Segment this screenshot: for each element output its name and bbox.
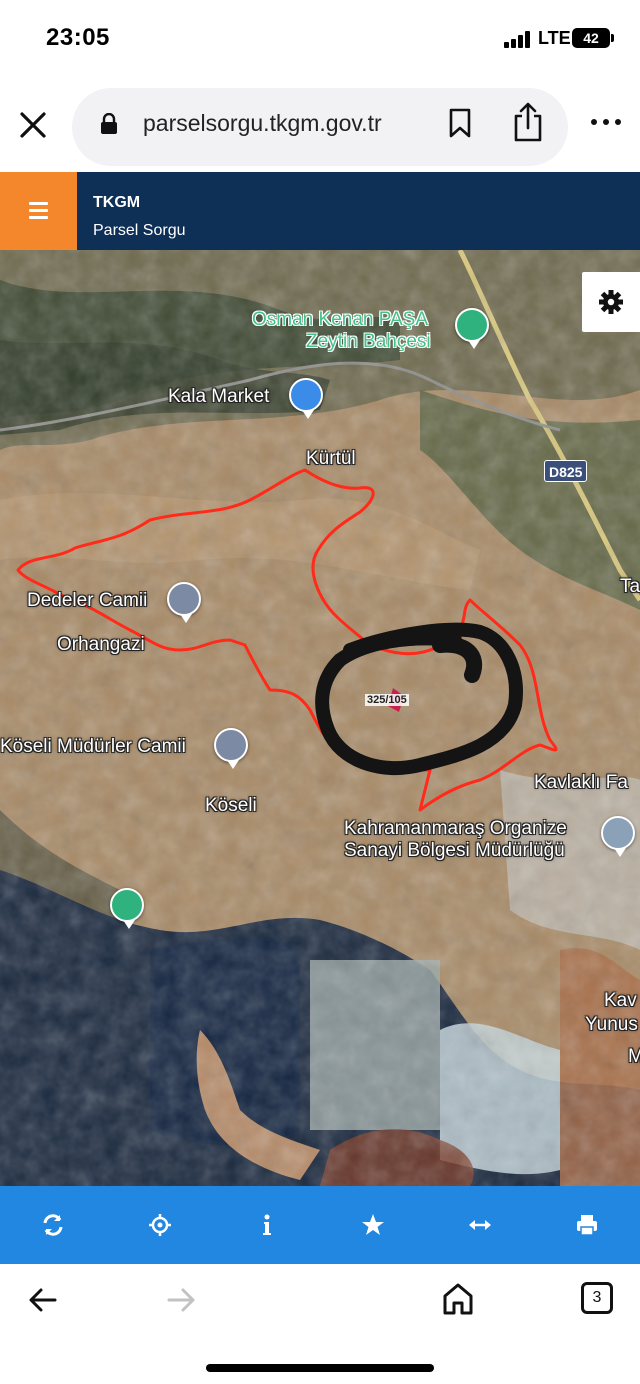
map-label-osb-1: Kahramanmaraş Organize <box>344 818 567 839</box>
refresh-icon <box>43 1214 63 1236</box>
star-icon <box>362 1214 385 1235</box>
home-icon[interactable] <box>442 1282 474 1316</box>
menu-button[interactable] <box>0 172 77 250</box>
browser-bar: parselsorgu.tkgm.gov.tr <box>0 80 640 172</box>
lock-icon <box>101 113 117 134</box>
shopping-pin-icon[interactable] <box>289 378 323 419</box>
print-icon <box>576 1215 597 1236</box>
map-label-kala-market: Kala Market <box>168 386 270 407</box>
refresh-button[interactable] <box>0 1186 107 1264</box>
map-label-m: M <box>628 1046 640 1067</box>
satellite-map[interactable]: Osman Kenan PAŞA Zeytin Bahçesi Kala Mar… <box>0 250 640 1186</box>
map-label-kavlakli: Kavlaklı Fa <box>534 772 628 793</box>
favorite-button[interactable] <box>320 1186 427 1264</box>
map-label-osb-2: Sanayi Bölgesi Müdürlüğü <box>344 840 565 861</box>
close-icon[interactable] <box>18 110 48 140</box>
locate-button[interactable] <box>107 1186 214 1264</box>
app-title: TKGM <box>93 194 141 211</box>
url-text[interactable]: parselsorgu.tkgm.gov.tr <box>143 110 382 137</box>
signal-icon <box>504 30 530 48</box>
more-icon[interactable] <box>590 116 622 128</box>
map-label-zeytin-bahcesi: Zeytin Bahçesi <box>306 331 431 352</box>
map-label-dedeler-camii: Dedeler Camii <box>27 590 148 611</box>
info-icon <box>262 1214 271 1235</box>
measure-icon <box>469 1220 492 1230</box>
bookmark-icon[interactable] <box>448 108 472 138</box>
road-badge: D825 <box>544 460 588 482</box>
battery-level: 42 <box>583 30 599 46</box>
battery-tip <box>611 34 614 42</box>
network-type: LTE <box>538 28 571 48</box>
forward-arrow-icon <box>167 1288 195 1312</box>
map-label-koseli-camii: Köseli Müdürler Camii <box>0 736 186 757</box>
parcel-number-label[interactable]: 325/105 <box>365 694 409 706</box>
map-label-koseli: Köseli <box>205 795 257 816</box>
map-label-kav: Kav <box>604 990 637 1011</box>
home-indicator[interactable] <box>206 1364 434 1372</box>
settings-button[interactable] <box>582 272 640 332</box>
app-header: TKGM Parsel Sorgu <box>0 172 640 250</box>
map-label-orhangazi: Orhangazi <box>57 634 145 655</box>
status-time: 23:05 <box>46 24 110 51</box>
browser-nav-bar: 3 <box>0 1264 640 1384</box>
mosque-pin-icon[interactable] <box>214 728 248 769</box>
mosque-pin-icon[interactable] <box>167 582 201 623</box>
back-arrow-icon[interactable] <box>28 1286 58 1314</box>
print-button[interactable] <box>533 1186 640 1264</box>
map-label-yunus: Yunus <box>585 1014 638 1035</box>
map-toolbar <box>0 1186 640 1264</box>
tabs-button[interactable]: 3 <box>581 1282 613 1314</box>
gear-icon <box>599 290 623 314</box>
info-button[interactable] <box>213 1186 320 1264</box>
battery-icon: 42 <box>572 28 610 48</box>
app-subtitle: Parsel Sorgu <box>93 222 186 239</box>
share-icon[interactable] <box>512 102 544 142</box>
park-pin-icon[interactable] <box>455 308 489 349</box>
locate-icon <box>149 1214 171 1236</box>
place-pin-icon[interactable] <box>601 816 635 857</box>
measure-button[interactable] <box>427 1186 534 1264</box>
park-pin-icon[interactable] <box>110 888 144 929</box>
map-label-ta: Ta <box>620 576 640 597</box>
map-label-kurtul: Kürtül <box>306 448 356 469</box>
map-label-osman-kenan: Osman Kenan PAŞA <box>252 309 429 330</box>
status-bar: 23:05 LTE 42 <box>0 0 640 80</box>
